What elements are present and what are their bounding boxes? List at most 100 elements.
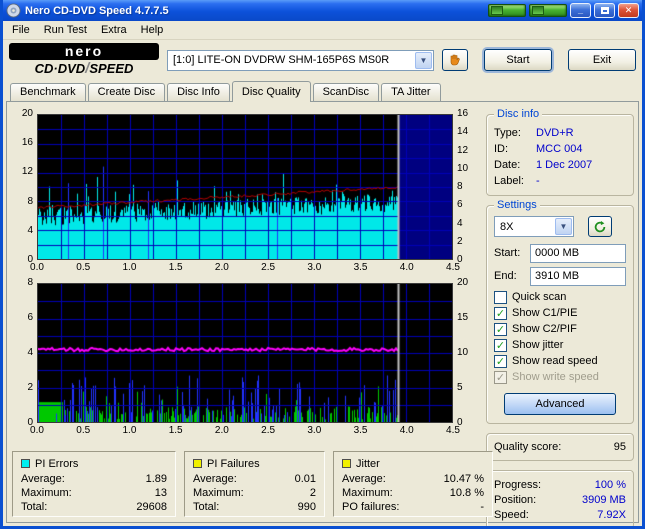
pi-errors-swatch (21, 459, 30, 468)
close-icon: ✕ (624, 5, 633, 15)
menu-extra[interactable]: Extra (94, 22, 134, 38)
titlebar-buttons: _ ✕ (488, 3, 639, 18)
disc-date-value: 1 Dec 2007 (536, 159, 593, 171)
stat-label: Maximum: (193, 487, 244, 499)
drive-select[interactable]: [1:0] LITE-ON DVDRW SHM-165P6S MS0R ▼ (167, 49, 434, 71)
pie-chart-canvas (38, 115, 452, 259)
jitter-panel: Jitter Average: 10.47 % Maximum: 10.8 % PO… (333, 451, 493, 517)
disc-label-row: Label: - (494, 173, 626, 189)
maximize-icon (600, 7, 609, 14)
checkbox-show-c1-pie[interactable]: ✓ Show C1/PIE (494, 305, 626, 321)
stat-label: Total: (193, 501, 220, 513)
quality-score-label: Quality score: (494, 441, 562, 453)
hand-icon (450, 54, 460, 66)
minimize-button[interactable]: _ (570, 3, 591, 18)
checkbox-show-c2-pif[interactable]: ✓ Show C2/PIF (494, 321, 626, 337)
stat-value: 2 (309, 487, 316, 499)
tab-disc-info[interactable]: Disc Info (167, 83, 230, 101)
titlebar[interactable]: Nero CD-DVD Speed 4.7.7.5 _ ✕ (3, 0, 642, 21)
nero-logo: nero CD·DVD/SPEED (9, 43, 159, 77)
disc-type-value: DVD+R (536, 127, 574, 139)
checkbox-box[interactable] (494, 290, 507, 304)
checkbox-box[interactable]: ✓ (494, 306, 507, 320)
pie-x-axis: 0.0 0.5 1.0 1.5 2.0 2.5 3.0 3.5 4.0 4.5 (30, 262, 460, 273)
menu-help[interactable]: Help (134, 22, 171, 38)
menu-run-test[interactable]: Run Test (37, 22, 94, 38)
disc-info-title: Disc info (494, 108, 543, 120)
pif-chart-plot (37, 283, 453, 423)
checkbox-label: Show C1/PIE (512, 307, 578, 319)
speed-select-value: 8X (500, 220, 514, 233)
quality-score-value: 95 (613, 441, 626, 453)
progress-row: Progress: 100 % (494, 477, 626, 492)
disc-label-label: Label: (494, 175, 524, 187)
tab-scandisc[interactable]: ScanDisc (312, 83, 380, 101)
speed-value: 7.92X (597, 508, 626, 521)
stat-value: 0.01 (294, 473, 316, 485)
menu-file[interactable]: File (5, 22, 37, 38)
disc-id-value: MCC 004 (536, 143, 583, 155)
stat-value: - (480, 501, 484, 513)
product-right: SPEED (89, 61, 134, 76)
close-button[interactable]: ✕ (618, 3, 639, 18)
disc-date-row: Date: 1 Dec 2007 (494, 157, 626, 173)
speed-select[interactable]: 8X ▼ (494, 216, 574, 237)
start-mb-input[interactable]: 0000 MB (530, 243, 626, 263)
tab-create-disc[interactable]: Create Disc (87, 83, 166, 101)
advanced-button[interactable]: Advanced (504, 393, 616, 415)
checkbox-box[interactable]: ✓ (494, 354, 507, 368)
exit-button[interactable]: Exit (568, 49, 636, 71)
jitter-title: Jitter (356, 457, 380, 470)
tab-ta-jitter[interactable]: TA Jitter (381, 83, 441, 101)
stat-label: PO failures: (342, 501, 400, 513)
green-indicator-button-1[interactable] (488, 4, 526, 17)
checkbox-label: Show read speed (512, 355, 598, 367)
position-row: Position: 3909 MB (494, 492, 626, 507)
tab-disc-quality[interactable]: Disc Quality (231, 81, 311, 102)
stat-label: Maximum: (21, 487, 72, 499)
checkbox-label: Show jitter (512, 339, 564, 351)
checkbox-label: Show write speed (512, 371, 599, 383)
checkbox-box[interactable]: ✓ (494, 322, 507, 336)
disc-info-group: Disc info Type: DVD+R ID: MCC 004 Date: … (486, 108, 634, 196)
drive-select-value: [1:0] LITE-ON DVDRW SHM-165P6S MS0R (173, 54, 390, 66)
end-mb-input[interactable]: 3910 MB (530, 266, 626, 286)
chevron-down-icon[interactable]: ▼ (415, 51, 432, 69)
disc-id-row: ID: MCC 004 (494, 141, 626, 157)
speed-value-row: Speed: 7.92X (494, 507, 626, 522)
tab-benchmark[interactable]: Benchmark (10, 83, 86, 101)
stat-label: Average: (193, 473, 237, 485)
burn-hand-button[interactable] (442, 49, 468, 71)
disc-id-label: ID: (494, 143, 509, 155)
checkbox-show-jitter[interactable]: ✓ Show jitter (494, 337, 626, 353)
chevron-down-icon[interactable]: ▼ (555, 218, 572, 235)
start-button[interactable]: Start (484, 49, 552, 71)
charts-area: 20 16 12 8 4 0 16 14 12 10 8 6 4 2 0 0.0 0.5 1.0 1.5 2.0 2… (10, 108, 475, 446)
app-window: Nero CD-DVD Speed 4.7.7.5 _ ✕ File Run T… (0, 0, 645, 529)
window-title: Nero CD-DVD Speed 4.7.7.5 (25, 4, 169, 17)
checkbox-box: ✓ (494, 370, 507, 384)
green-indicator-button-2[interactable] (529, 4, 567, 17)
indicator-screen (532, 6, 544, 15)
checkbox-box[interactable]: ✓ (494, 338, 507, 352)
checkbox-quick-scan[interactable]: Quick scan (494, 289, 626, 305)
refresh-icon (594, 220, 606, 232)
stat-value: 1.89 (145, 473, 167, 485)
stat-value: 990 (297, 501, 316, 513)
side-panel: Disc info Type: DVD+R ID: MCC 004 Date: … (486, 108, 634, 526)
minimize-icon: _ (577, 5, 583, 15)
pif-jitter-chart: 86420 20 15 10 5 0 0.0 0.5 1.0 1.5 2.0 2.5 3.0 3.5 4… (10, 278, 475, 437)
speed-right-axis: 16 14 12 10 8 6 4 2 0 (457, 108, 469, 265)
progress-label: Progress: (494, 478, 542, 491)
nero-brand: nero (9, 43, 159, 60)
menubar: File Run Test Extra Help (3, 21, 642, 40)
toolbar: nero CD·DVD/SPEED [1:0] LITE-ON DVDRW SH… (3, 40, 642, 80)
quality-score-row: Quality score: 95 (494, 440, 626, 454)
progress-group: Progress: 100 % Position: 3909 MB Speed:… (486, 470, 634, 526)
checkbox-show-read-speed[interactable]: ✓ Show read speed (494, 353, 626, 369)
checkbox-show-write-speed: ✓ Show write speed (494, 369, 626, 385)
refresh-button[interactable] (588, 216, 612, 237)
pif-chart-canvas (38, 284, 452, 422)
maximize-button[interactable] (594, 3, 615, 18)
stat-label: Total: (21, 501, 48, 513)
